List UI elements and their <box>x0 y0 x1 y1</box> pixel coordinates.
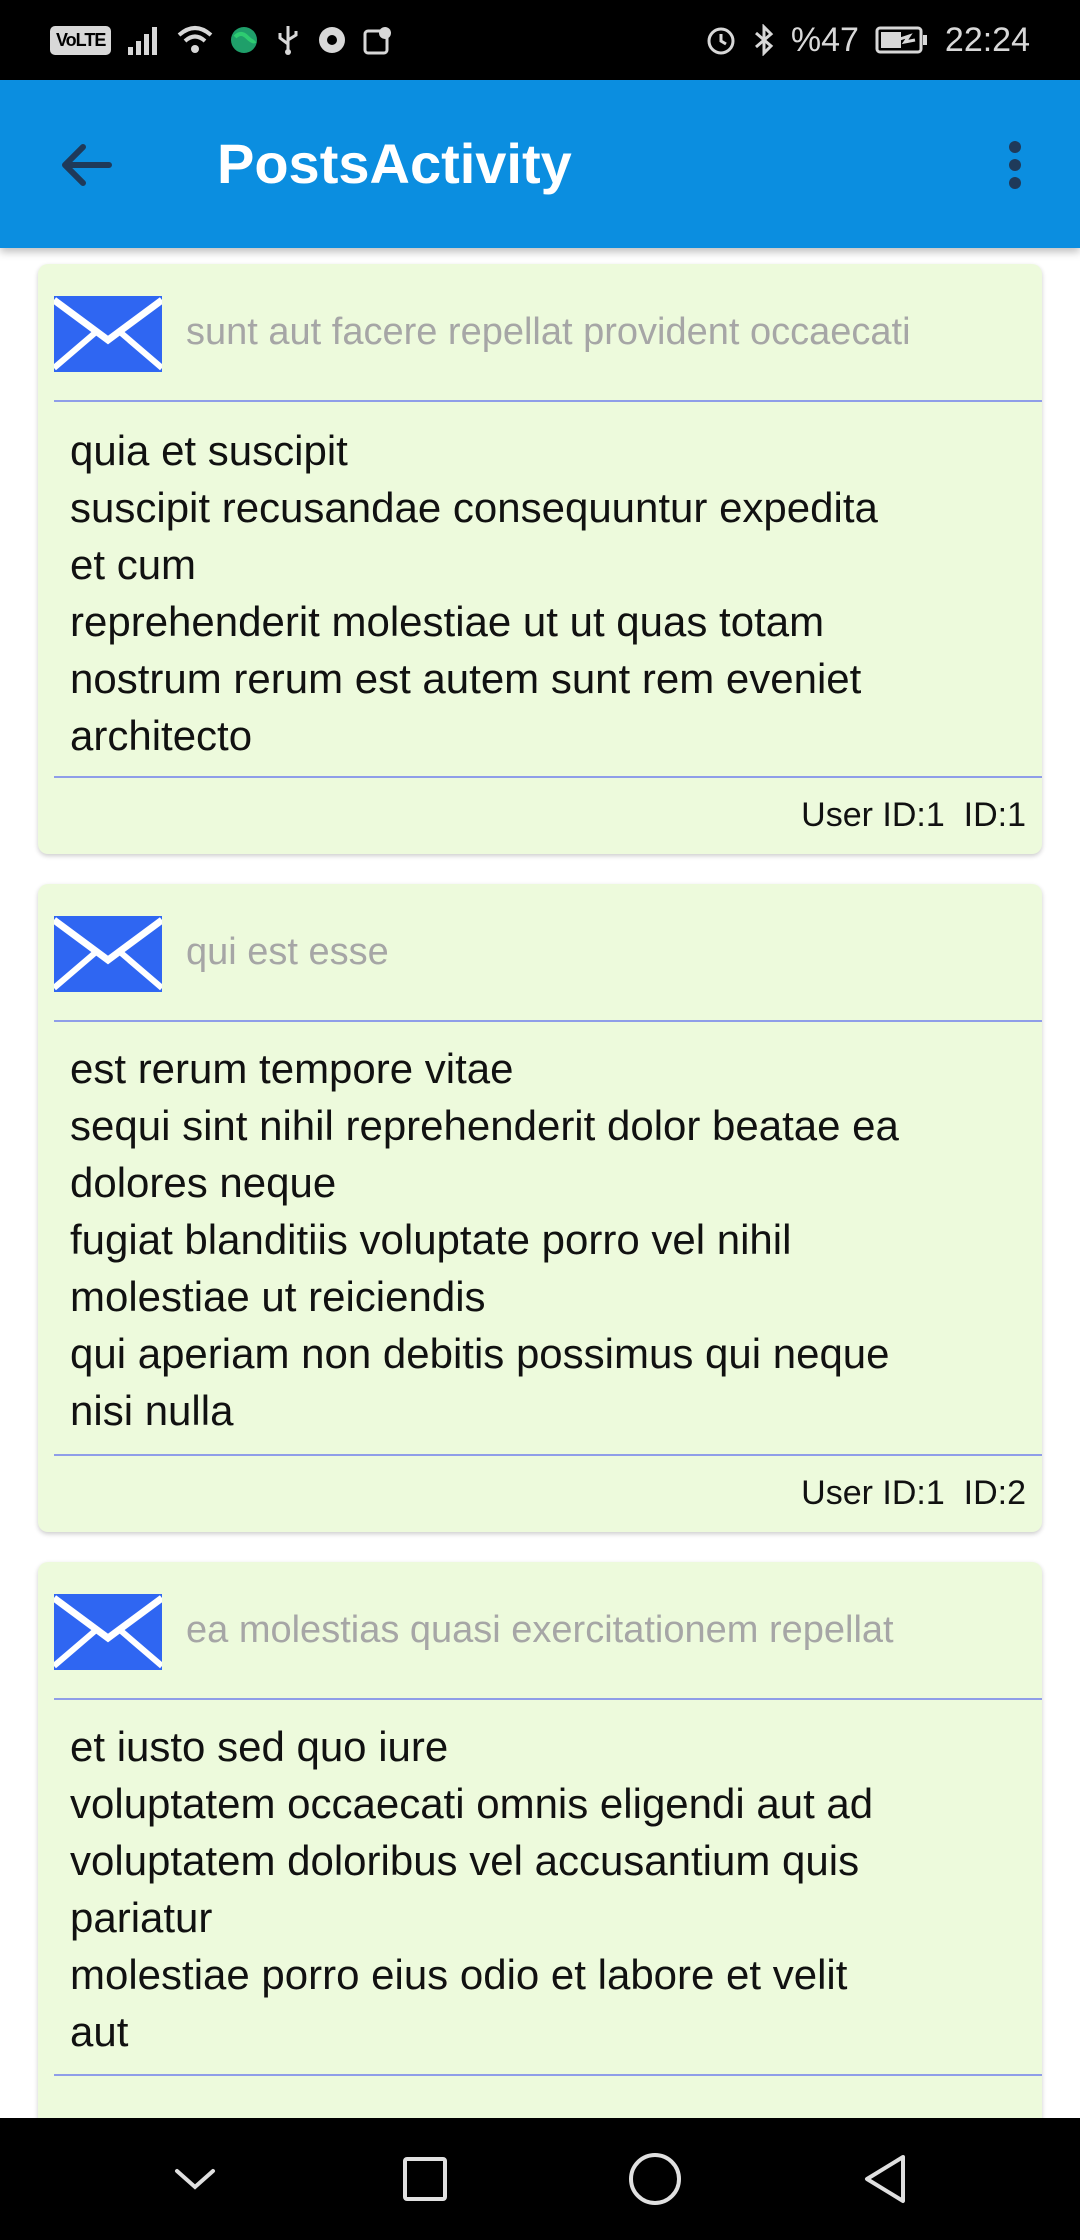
status-left-icons: VoLTE <box>50 24 393 56</box>
post-footer-ids: User ID:1 ID:1 <box>801 796 1026 834</box>
post-body-line: qui aperiam non debitis possimus qui neq… <box>70 1330 890 1377</box>
post-card[interactable]: qui est esse est rerum tempore vitae seq… <box>38 884 1042 1532</box>
post-header: sunt aut facere repellat provident occae… <box>38 264 1042 400</box>
clock: 22:24 <box>944 20 1030 59</box>
bluetooth-icon <box>753 24 775 56</box>
chrome-icon <box>317 25 347 55</box>
globe-icon <box>229 25 259 55</box>
post-title: ea molestias quasi exercitationem repell… <box>186 1609 894 1651</box>
wifi-icon <box>177 25 213 55</box>
post-body-line: architecto <box>70 712 253 759</box>
divider <box>54 400 1042 402</box>
post-title: sunt aut facere repellat provident occae… <box>186 311 911 353</box>
post-body-line: molestiae porro eius odio et labore et v… <box>70 1951 848 1998</box>
divider <box>54 1698 1042 1700</box>
battery-percent: %47 <box>790 20 859 59</box>
location-icon <box>363 25 393 55</box>
system-nav-bar <box>0 2118 1080 2240</box>
post-body-line: aut <box>70 2008 129 2055</box>
post-body-line: nisi nulla <box>70 1387 234 1434</box>
post-body-line: quia et suscipit <box>70 427 348 474</box>
post-card[interactable]: sunt aut facere repellat provident occae… <box>38 264 1042 854</box>
post-body: quia et suscipit suscipit recusandae con… <box>70 422 1018 764</box>
alarm-icon <box>705 24 737 56</box>
home-button[interactable] <box>610 2134 700 2224</box>
volte-icon: VoLTE <box>50 25 112 55</box>
divider <box>54 776 1042 778</box>
mail-icon <box>54 916 162 992</box>
mail-icon <box>54 296 162 372</box>
arrow-back-icon <box>62 144 112 186</box>
post-body-line: voluptatem doloribus vel accusantium qui… <box>70 1837 860 1884</box>
divider <box>54 1020 1042 1022</box>
back-button[interactable] <box>50 130 120 200</box>
mail-icon <box>54 1594 162 1670</box>
more-vert-icon <box>1009 141 1021 189</box>
post-body-line: dolores neque <box>70 1159 337 1206</box>
post-body: et iusto sed quo iure voluptatem occaeca… <box>70 1718 1018 2060</box>
recents-button[interactable] <box>380 2134 470 2224</box>
post-card[interactable]: ea molestias quasi exercitationem repell… <box>38 1562 1042 2118</box>
post-title: qui est esse <box>186 931 389 973</box>
post-body-line: pariatur <box>70 1894 213 1941</box>
post-body-line: nostrum rerum est autem sunt rem eveniet <box>70 655 862 702</box>
hide-keyboard-button[interactable] <box>150 2134 240 2224</box>
back-nav-button[interactable] <box>840 2134 930 2224</box>
usb-icon <box>275 24 301 56</box>
post-header: ea molestias quasi exercitationem repell… <box>38 1562 1042 1698</box>
post-body-line: sequi sint nihil reprehenderit dolor bea… <box>70 1102 899 1149</box>
post-body-line: est rerum tempore vitae <box>70 1045 514 1092</box>
overflow-menu-button[interactable] <box>980 130 1050 200</box>
posts-list[interactable]: sunt aut facere repellat provident occae… <box>0 248 1080 2118</box>
page-title: PostsActivity <box>217 132 572 195</box>
post-body-line: et cum <box>70 541 197 588</box>
post-body-line: et iusto sed quo iure <box>70 1723 449 1770</box>
chevron-down-icon <box>175 2169 215 2190</box>
home-circle-icon <box>629 2153 681 2205</box>
post-body-line: voluptatem occaecati omnis eligendi aut … <box>70 1780 874 1827</box>
back-triangle-icon <box>865 2155 905 2203</box>
post-header: qui est esse <box>38 884 1042 1020</box>
divider <box>54 2074 1042 2076</box>
recents-square-icon <box>403 2157 447 2201</box>
status-right-icons: %47 22:24 <box>705 21 1030 60</box>
divider <box>54 1454 1042 1456</box>
post-body-line: fugiat blanditiis voluptate porro vel ni… <box>70 1216 792 1263</box>
post-body: est rerum tempore vitae sequi sint nihil… <box>70 1040 1018 1439</box>
post-body-line: molestiae ut reiciendis <box>70 1273 486 1320</box>
status-bar: VoLTE %47 22:24 <box>0 0 1080 80</box>
battery-charging-icon <box>875 26 929 54</box>
post-body-line: suscipit recusandae consequuntur expedit… <box>70 484 878 531</box>
app-bar: PostsActivity <box>0 80 1080 248</box>
post-body-line: reprehenderit molestiae ut ut quas totam <box>70 598 825 645</box>
signal-icon <box>127 25 161 55</box>
post-footer-ids: User ID:1 ID:2 <box>801 1474 1026 1512</box>
